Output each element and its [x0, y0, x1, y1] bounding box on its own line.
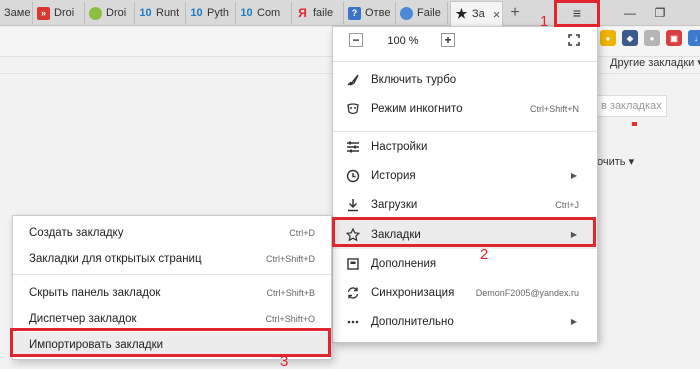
menu-divider [333, 61, 597, 62]
submenu-item-label: Создать закладку [29, 226, 124, 239]
tab-label: Com [257, 7, 281, 19]
tab-label: Runt [156, 7, 180, 19]
chevron-right-icon: ▶ [570, 317, 577, 326]
zoom-out-button[interactable]: − [349, 33, 363, 47]
rocket-icon [345, 72, 361, 88]
minimize-button[interactable]: — [615, 1, 645, 25]
tab-active[interactable]: ★ За × [450, 1, 503, 26]
annotation-step-3: 3 [280, 353, 289, 369]
tab-6[interactable]: 10 Com [236, 2, 292, 24]
tab-label: За [472, 8, 485, 20]
chevron-right-icon: ▶ [570, 171, 577, 180]
clock-icon [345, 168, 361, 184]
submenu-item-bookmark-open-pages[interactable]: Закладки для открытых страниц Ctrl+Shift… [13, 246, 331, 271]
tab-label: Droi [54, 7, 75, 19]
menu-item-label: Дополнения [371, 257, 437, 270]
tab-favicon-icon [89, 6, 102, 20]
zoom-level: 100 % [387, 35, 419, 47]
tab-favicon-icon: 10 [139, 7, 152, 19]
tab-label: Заме [4, 7, 31, 19]
annotation-box-menu-button [554, 0, 600, 27]
menu-item-downloads[interactable]: Загрузки Ctrl+J [333, 190, 597, 219]
tab-label: Pyth [207, 7, 230, 19]
other-bookmarks-button[interactable]: Другие закладки ▾ [610, 56, 700, 69]
menu-item-turbo[interactable]: Включить турбо [333, 65, 597, 94]
menu-item-sync[interactable]: Синхронизация DemonF2005@yandex.ru [333, 278, 597, 307]
fullscreen-icon[interactable] [567, 33, 581, 47]
annotation-step-2: 2 [480, 246, 489, 263]
submenu-item-label: Скрыть панель закладок [29, 286, 161, 299]
tab-5[interactable]: 10 Pyth [186, 2, 236, 24]
shortcut-label: Ctrl+Shift+O [265, 313, 315, 324]
menu-item-incognito[interactable]: Режим инкогнито Ctrl+Shift+N [333, 94, 597, 123]
shortcut-label: Ctrl+J [555, 199, 579, 210]
sync-icon [345, 285, 361, 301]
restore-button[interactable]: ❐ [645, 1, 675, 25]
tab-favicon-icon [400, 6, 413, 20]
extension-icons: ● ◆ ● ▣ ↓ [600, 30, 700, 46]
bookmarks-search-input[interactable]: в закладках [597, 95, 667, 117]
menu-item-label: Загрузки [371, 198, 418, 211]
menu-item-label: Режим инкогнито [371, 102, 463, 115]
download-icon [345, 197, 361, 213]
shortcut-label: Ctrl+D [289, 227, 315, 238]
submenu-item-create-bookmark[interactable]: Создать закладку Ctrl+D [13, 220, 331, 245]
tab-2[interactable]: » Droi [33, 2, 85, 24]
star-icon: ★ [455, 6, 468, 21]
tab-label: failе [313, 7, 334, 19]
zoom-row: − 100 % + [333, 27, 597, 57]
tab-label: Droi [106, 7, 127, 19]
tab-favicon-icon: 10 [190, 7, 203, 19]
submenu-divider [13, 274, 331, 275]
more-icon [345, 314, 361, 330]
extension-icon[interactable]: ▣ [666, 30, 682, 46]
tab-favicon-icon: ? [348, 6, 361, 20]
incognito-icon [345, 101, 361, 117]
sync-account-label: DemonF2005@yandex.ru [475, 287, 579, 298]
submenu-item-label: Диспетчер закладок [29, 312, 137, 325]
red-marker [632, 122, 637, 126]
sort-dropdown[interactable]: очить ▾ [597, 155, 634, 168]
tab-favicon-icon: 10 [240, 7, 253, 19]
tab-favicon-icon: Я [298, 6, 307, 20]
menu-item-label: Включить турбо [371, 73, 457, 86]
menu-item-more[interactable]: Дополнительно ▶ [333, 307, 597, 336]
shortcut-label: Ctrl+Shift+N [529, 103, 579, 114]
tab-label: Отве [365, 7, 391, 19]
extension-icon[interactable]: ● [600, 30, 616, 46]
shortcut-label: Ctrl+Shift+D [265, 253, 315, 264]
extension-icon[interactable]: ↓ [688, 30, 700, 46]
submenu-item-hide-bookmarks-bar[interactable]: Скрыть панель закладок Ctrl+Shift+B [13, 280, 331, 305]
tab-favicon-icon: » [37, 6, 50, 20]
menu-item-history[interactable]: История ▶ [333, 161, 597, 190]
extension-icon[interactable]: ◆ [622, 30, 638, 46]
tab-4[interactable]: 10 Runt [135, 2, 186, 24]
menu-item-label: Дополнительно [371, 315, 454, 328]
tab-9[interactable]: Faile [396, 2, 448, 24]
addons-icon [345, 256, 361, 272]
tab-label: Faile [417, 7, 441, 19]
tab-8[interactable]: ? Отве [344, 2, 396, 24]
menu-item-label: Настройки [371, 140, 428, 153]
zoom-in-button[interactable]: + [441, 33, 455, 47]
tab-1[interactable]: Заме [0, 2, 33, 24]
close-icon[interactable]: × [493, 7, 501, 22]
tab-7[interactable]: Я failе [292, 2, 344, 24]
new-tab-button[interactable]: + [505, 2, 525, 24]
menu-item-label: Синхронизация [371, 286, 455, 299]
main-menu: − 100 % + Включить турбо Режим инкогнито… [332, 26, 598, 343]
sliders-icon [345, 139, 361, 155]
menu-item-addons[interactable]: Дополнения [333, 249, 597, 278]
annotation-step-1: 1 [540, 13, 549, 30]
tab-3[interactable]: Droi [85, 2, 135, 24]
extension-icon[interactable]: ● [644, 30, 660, 46]
shortcut-label: Ctrl+Shift+B [266, 287, 315, 298]
annotation-box-bookmarks [332, 217, 596, 247]
submenu-item-label: Закладки для открытых страниц [29, 252, 202, 265]
menu-item-settings[interactable]: Настройки [333, 132, 597, 161]
menu-item-label: История [371, 169, 416, 182]
